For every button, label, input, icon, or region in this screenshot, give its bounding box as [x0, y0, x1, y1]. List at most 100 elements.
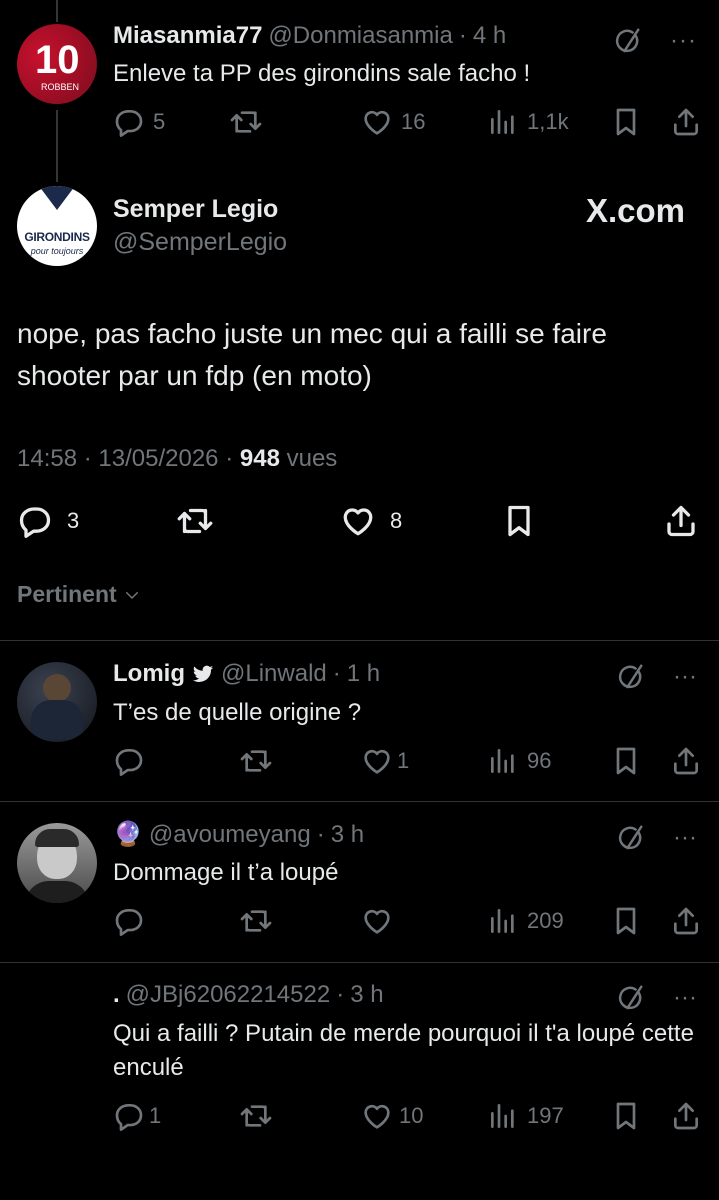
- main-share-button[interactable]: [663, 502, 699, 540]
- views-button[interactable]: 209: [487, 904, 564, 938]
- sort-dropdown[interactable]: Pertinent: [17, 581, 141, 608]
- views-button[interactable]: 1,1k: [487, 105, 569, 139]
- reply-avatar[interactable]: [17, 823, 97, 903]
- bird-icon: [192, 665, 214, 683]
- views-icon: [487, 905, 519, 937]
- main-views-label: vues: [286, 445, 338, 472]
- reply-icon: [113, 905, 145, 937]
- grok-icon[interactable]: [615, 662, 645, 692]
- separator: ·: [336, 981, 345, 1008]
- views-button[interactable]: 96: [487, 744, 551, 778]
- more-icon[interactable]: ···: [673, 663, 697, 691]
- like-count: 10: [399, 1103, 424, 1128]
- timestamp[interactable]: 1 h: [347, 660, 380, 688]
- share-button[interactable]: [670, 105, 702, 139]
- retweet-button[interactable]: [230, 105, 270, 139]
- like-count: 16: [401, 109, 426, 134]
- main-avatar[interactable]: GIRONDINS pour toujours: [17, 186, 97, 266]
- retweet-button[interactable]: [240, 904, 272, 938]
- bookmark-icon: [610, 1100, 642, 1132]
- display-name[interactable]: 🔮: [113, 820, 143, 849]
- grok-icon[interactable]: [615, 983, 645, 1013]
- main-display-name[interactable]: Semper Legio: [113, 195, 278, 224]
- main-retweet-button[interactable]: [177, 502, 213, 540]
- like-button[interactable]: 10: [361, 1099, 423, 1133]
- grok-icon[interactable]: [615, 823, 645, 853]
- thread-line: [56, 110, 58, 182]
- separator: ·: [225, 445, 234, 472]
- separator: ·: [83, 445, 92, 472]
- reply-button[interactable]: 5: [113, 105, 165, 139]
- views-count: 197: [527, 1103, 564, 1128]
- handle[interactable]: @Donmiasanmia: [268, 22, 452, 50]
- reply-button[interactable]: 1: [113, 1099, 161, 1133]
- tweet-top-actions: ···: [612, 26, 697, 56]
- bookmark-button[interactable]: [610, 744, 642, 778]
- main-bookmark-button[interactable]: [501, 502, 537, 540]
- display-name[interactable]: Miasanmia77: [113, 22, 262, 50]
- views-count: 209: [527, 908, 564, 933]
- retweet-icon: [240, 745, 272, 777]
- bookmark-button[interactable]: [610, 1099, 642, 1133]
- like-button[interactable]: 1: [361, 744, 409, 778]
- main-meta: 14:58 · 13/05/2026 · 948 vues: [17, 445, 337, 473]
- tweet-top-actions: ···: [615, 983, 697, 1013]
- main-actions: 3 8: [17, 502, 702, 540]
- bookmark-button[interactable]: [610, 904, 642, 938]
- display-name[interactable]: Lomig: [113, 660, 185, 688]
- thread-line-top: [56, 0, 58, 22]
- main-handle[interactable]: @SemperLegio: [113, 228, 287, 257]
- share-icon: [670, 905, 702, 937]
- main-tweet-text: nope, pas facho juste un mec qui a faill…: [17, 318, 607, 391]
- share-button[interactable]: [670, 744, 702, 778]
- bookmark-icon: [610, 106, 642, 138]
- views-count: 96: [527, 748, 552, 773]
- reply-avatar[interactable]: [17, 662, 97, 742]
- handle[interactable]: @Linwald: [221, 660, 327, 688]
- tweet-top-actions: ···: [615, 823, 697, 853]
- more-icon[interactable]: ···: [673, 824, 697, 852]
- handle[interactable]: @avoumeyang: [149, 821, 311, 849]
- bookmark-button[interactable]: [610, 105, 642, 139]
- main-date[interactable]: 13/05/2026: [98, 445, 218, 472]
- like-button[interactable]: 16: [361, 105, 425, 139]
- more-icon[interactable]: ···: [673, 984, 697, 1012]
- timestamp[interactable]: 3 h: [331, 821, 364, 849]
- avatar-name: ROBBEN: [41, 82, 80, 92]
- views-button[interactable]: 197: [487, 1099, 564, 1133]
- avatar-hair: [35, 829, 79, 847]
- main-reply-button[interactable]: 3: [17, 502, 79, 540]
- share-button[interactable]: [670, 1099, 702, 1133]
- views-icon: [487, 1100, 519, 1132]
- avatar-figure-body: [25, 881, 89, 903]
- reply-icon: [113, 106, 145, 138]
- like-button[interactable]: [361, 904, 401, 938]
- reply-icon: [113, 1100, 145, 1132]
- more-icon[interactable]: ···: [670, 27, 697, 55]
- timestamp[interactable]: 4 h: [473, 22, 506, 50]
- retweet-button[interactable]: [240, 744, 272, 778]
- retweet-icon: [177, 503, 213, 539]
- avatar[interactable]: 10 ROBBEN: [17, 24, 97, 104]
- grok-icon[interactable]: [612, 26, 642, 56]
- main-like-button[interactable]: 8: [340, 502, 402, 540]
- main-time[interactable]: 14:58: [17, 445, 77, 472]
- separator: ·: [458, 22, 467, 49]
- divider: [0, 801, 719, 802]
- main-reply-count: 3: [67, 508, 80, 533]
- divider: [0, 962, 719, 963]
- retweet-button[interactable]: [240, 1099, 272, 1133]
- display-name[interactable]: .: [113, 981, 120, 1009]
- retweet-icon: [240, 1100, 272, 1132]
- bookmark-icon: [610, 745, 642, 777]
- reply-header: Lomig @Linwald · 1 h: [113, 660, 380, 688]
- reply-actions: 209: [113, 904, 703, 938]
- share-button[interactable]: [670, 904, 702, 938]
- handle[interactable]: @JBj62062214522: [126, 981, 331, 1009]
- reply-icon: [17, 503, 53, 539]
- timestamp[interactable]: 3 h: [350, 981, 383, 1009]
- reply-button[interactable]: [113, 744, 153, 778]
- views-icon: [487, 745, 519, 777]
- reply-button[interactable]: [113, 904, 153, 938]
- heart-icon: [361, 106, 393, 138]
